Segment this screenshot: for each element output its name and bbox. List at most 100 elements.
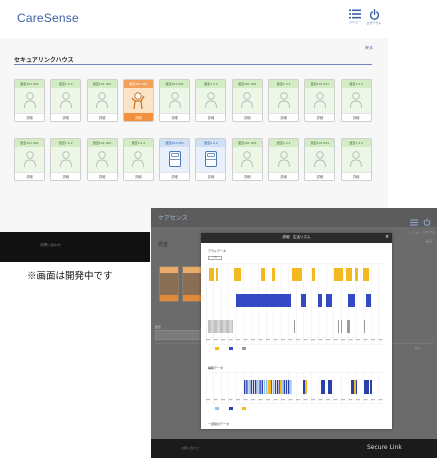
room-detail-button[interactable]: 詳細 — [87, 113, 117, 121]
room-tile[interactable]: 居室101 001 詳細 — [14, 138, 45, 181]
room-tile[interactable]: 居室101 001 詳細 — [122, 79, 154, 122]
activity-segment — [228, 320, 229, 333]
memo-input[interactable] — [155, 330, 202, 340]
person-waving-icon — [129, 90, 147, 114]
room-detail-button[interactable]: 詳細 — [232, 113, 262, 121]
menu-list-icon — [410, 219, 418, 226]
room-tile[interactable]: 居室1 0 2 詳細 — [268, 138, 300, 181]
activity-segment — [301, 294, 306, 307]
back-link[interactable]: 戻る — [365, 45, 373, 51]
bed-icon — [204, 150, 218, 172]
axis-tick — [303, 339, 308, 341]
room-tag: 居室1 0 2 — [269, 80, 299, 88]
person-icon — [203, 91, 219, 113]
room-tile[interactable]: 居室101 001 詳細 — [159, 138, 191, 181]
detail-room-tile[interactable] — [159, 266, 179, 302]
axis-tick — [258, 399, 263, 401]
room-tile[interactable]: 居室1 0 2 詳細 — [122, 138, 154, 181]
legend-item-gray — [242, 347, 248, 351]
close-icon[interactable]: × — [385, 234, 389, 240]
tile-footer — [183, 295, 201, 301]
room-tile[interactable]: 居室101 001 詳細 — [304, 79, 336, 122]
development-notice: ※画面は開発中です — [27, 271, 113, 282]
room-tile[interactable]: 居室101 001 詳細 — [14, 79, 45, 122]
axis-tick — [363, 399, 368, 401]
room-tile[interactable]: 居室101 001 詳細 — [159, 79, 191, 122]
axis-tick — [236, 399, 240, 401]
room-tile[interactable]: 居室101 001 詳細 — [86, 79, 118, 122]
room-detail-button[interactable]: 詳細 — [87, 172, 117, 180]
room-tile[interactable]: 居室101 001 詳細 — [231, 138, 263, 181]
detail-room-tile[interactable] — [182, 266, 202, 302]
room-detail-button[interactable]: 詳細 — [269, 113, 299, 121]
menu-list-icon — [349, 9, 361, 19]
room-detail-button[interactable]: 詳細 — [51, 113, 81, 121]
activity-segment — [216, 320, 217, 333]
legend-chip[interactable]: 凡例 — [208, 256, 222, 260]
room-detail-button[interactable]: 詳細 — [305, 172, 335, 180]
room-detail-button[interactable]: 詳細 — [341, 113, 371, 121]
app-header: CareSense メニュー ログアウト — [0, 0, 388, 38]
room-tile[interactable]: 居室1 0 2 詳細 — [195, 138, 227, 181]
activity-segment — [210, 320, 211, 333]
axis-tick — [326, 339, 330, 341]
room-detail-button[interactable]: 詳細 — [341, 172, 371, 180]
axis-tick — [356, 339, 360, 341]
room-detail-button[interactable]: 詳細 — [196, 172, 226, 180]
brand-logo: CareSense — [17, 11, 79, 25]
menu-button[interactable]: メニュー — [345, 9, 365, 31]
sleep-section-title: 睡眠データ — [208, 366, 224, 370]
activity-segment — [220, 320, 221, 333]
sleep-segment — [266, 380, 268, 394]
room-detail-button[interactable]: 詳細 — [15, 113, 44, 121]
room-tile[interactable]: 居室1 0 2 詳細 — [50, 79, 82, 122]
activity-segment — [224, 320, 226, 333]
room-body — [305, 88, 335, 115]
detail-footer-right: Secure Link — [367, 444, 402, 451]
room-tile[interactable]: 居室1 0 2 詳細 — [50, 138, 82, 181]
facility-divider — [14, 64, 372, 65]
memo-link[interactable]: 戻る — [415, 346, 420, 350]
sleep-segment — [285, 380, 288, 394]
room-detail-button[interactable]: 詳細 — [160, 113, 190, 121]
person-icon — [239, 150, 255, 172]
room-detail-button[interactable]: 詳細 — [15, 172, 44, 180]
activity-segment — [318, 294, 322, 307]
tile-tag — [160, 267, 178, 273]
detail-menu-button[interactable]: メニュー — [410, 211, 420, 234]
axis-tick — [378, 399, 383, 401]
room-detail-button[interactable]: 詳細 — [305, 113, 335, 121]
room-detail-button[interactable]: 詳細 — [123, 113, 153, 121]
detail-app-header: ケアセンス メニュー ログアウト — [151, 208, 437, 234]
person-icon — [312, 91, 328, 113]
activity-segment — [218, 320, 220, 333]
room-tile[interactable]: 居室101 001 詳細 — [231, 79, 263, 122]
detail-back-link[interactable]: 戻る — [426, 239, 432, 243]
room-tile[interactable]: 居室1 0 2 詳細 — [268, 79, 300, 122]
person-icon — [276, 91, 292, 113]
room-tile[interactable]: 居室101 001 詳細 — [304, 138, 336, 181]
room-detail-button[interactable]: 詳細 — [160, 172, 190, 180]
room-row-1: 居室101 001 詳細 居室1 0 2 詳細 居室101 001 詳細 居室101 001… — [14, 79, 372, 122]
room-detail-button[interactable]: 詳細 — [196, 113, 226, 121]
axis-tick — [341, 399, 345, 401]
sleep-segment — [283, 380, 285, 394]
activity-segment — [222, 320, 223, 333]
room-body — [196, 88, 226, 115]
room-detail-button[interactable]: 詳細 — [51, 172, 81, 180]
activity-segment — [216, 268, 218, 281]
room-tile[interactable]: 居室1 0 2 詳細 — [340, 79, 372, 122]
room-detail-button[interactable]: 詳細 — [123, 172, 153, 180]
axis-tick — [213, 399, 218, 401]
room-tile[interactable]: 居室1 0 2 詳細 — [195, 79, 227, 122]
room-tile[interactable]: 居室101 001 詳細 — [86, 138, 118, 181]
room-tile[interactable]: 居室1 0 2 詳細 — [340, 138, 372, 181]
axis-tick — [318, 399, 323, 401]
detail-logout-button[interactable]: ログアウト — [423, 211, 436, 234]
room-body — [51, 88, 81, 115]
sleep-segment — [250, 380, 252, 394]
room-detail-button[interactable]: 詳細 — [269, 172, 299, 180]
room-detail-button[interactable]: 詳細 — [232, 172, 262, 180]
app-footer: お問い合わせ — [0, 232, 150, 262]
logout-button[interactable]: ログアウト — [364, 9, 384, 31]
